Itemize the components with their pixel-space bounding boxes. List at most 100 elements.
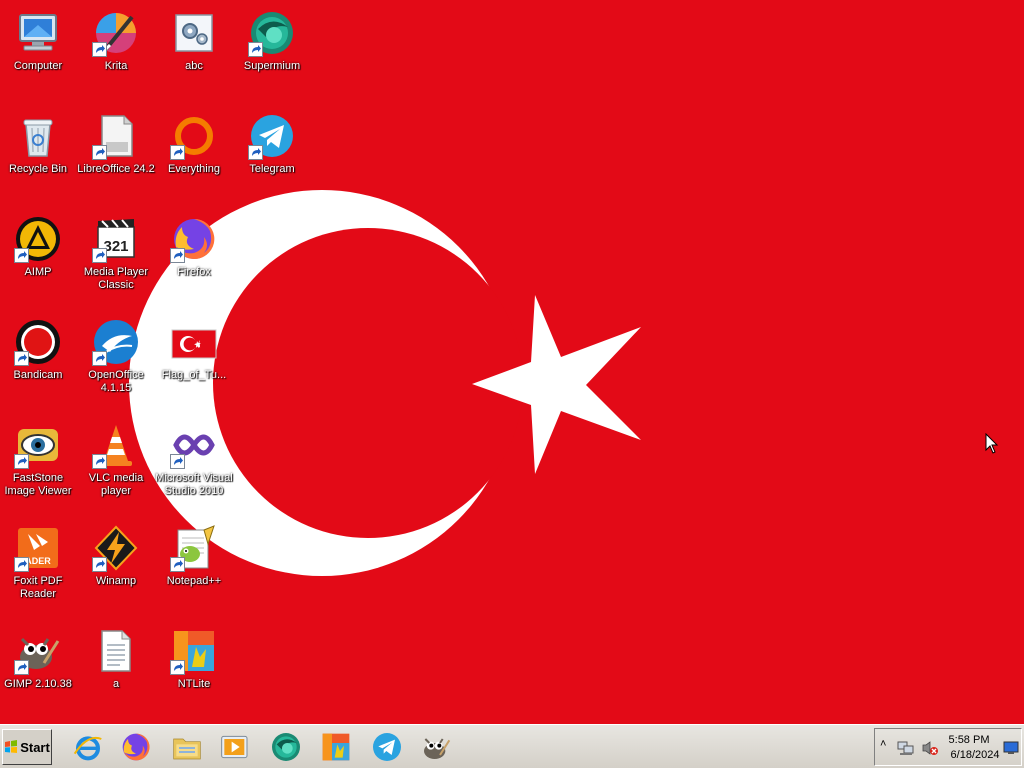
desktop-icon-label: Firefox <box>177 266 211 278</box>
firefox-icon <box>122 733 150 761</box>
desktop-icon-vstudio[interactable]: Microsoft Visual Studio 2010 <box>155 415 233 511</box>
telegram-icon <box>373 733 401 761</box>
start-label: Start <box>20 739 50 755</box>
desktop-icon-flag[interactable]: Flag_of_Tu... <box>156 312 232 408</box>
mouse-cursor-icon <box>985 433 999 454</box>
clock-date[interactable]: 6/18/2024 <box>945 749 1005 761</box>
desktop-icon-label: a <box>112 678 120 690</box>
internet-explorer-icon <box>73 736 102 761</box>
desktop-icon-label: LibreOffice 24.2 <box>77 163 155 175</box>
desktop-icon-label: Foxit PDF Reader <box>13 575 63 600</box>
desktop-icon-label: Flag_of_Tu... <box>161 369 227 381</box>
desktop-icon-label: Winamp <box>95 575 137 587</box>
network-icon[interactable] <box>897 740 915 756</box>
desktop-icon-firefox[interactable]: Firefox <box>156 209 232 305</box>
shortcut-arrow-icon <box>92 557 107 572</box>
desktop-icon-label: FastStone Image Viewer <box>4 472 72 497</box>
supermium-icon <box>272 733 300 761</box>
volume-muted-icon[interactable] <box>921 740 939 756</box>
desktop-icon-label: Computer <box>13 60 63 72</box>
computer-icon <box>19 14 57 51</box>
desktop-icon-vlc[interactable]: VLC media player <box>78 415 154 511</box>
desktop-icon-label: GIMP 2.10.38 <box>4 678 72 690</box>
show-hidden-icons-button[interactable]: ˄ <box>880 738 886 750</box>
windows-logo-icon <box>5 740 18 753</box>
desktop-icon-label: Notepad++ <box>166 575 222 587</box>
desktop-icon-label: AIMP <box>24 266 52 278</box>
desktop-icon-label: OpenOffice 4.1.15 <box>88 369 144 394</box>
shortcut-arrow-icon <box>14 351 29 366</box>
shortcut-arrow-icon <box>92 248 107 263</box>
taskbar-button-mediaplayer[interactable] <box>216 729 254 765</box>
gimp-icon <box>424 738 451 759</box>
shortcut-arrow-icon <box>14 454 29 469</box>
text-file-icon <box>101 630 131 672</box>
shortcut-arrow-icon <box>92 145 107 160</box>
file-explorer-icon <box>173 738 201 760</box>
shortcut-arrow-icon <box>92 351 107 366</box>
flag-image-icon <box>171 329 217 359</box>
shortcut-arrow-icon <box>92 42 107 57</box>
desktop-icon-supermium[interactable]: Supermium <box>234 3 310 99</box>
desktop-icon-krita[interactable]: Krita <box>78 3 154 99</box>
desktop-icon-computer[interactable]: Computer <box>0 3 76 99</box>
desktop[interactable]: Computer Recycle Bin AIMP Bandicam FastStone… <box>0 0 1024 724</box>
taskbar-button-gimp[interactable] <box>417 729 455 765</box>
shortcut-arrow-icon <box>170 145 185 160</box>
taskbar-button-firefox[interactable] <box>117 729 155 765</box>
taskbar-button-explorer[interactable] <box>168 729 206 765</box>
desktop-icon-label: Recycle Bin <box>8 163 68 175</box>
shortcut-arrow-icon <box>170 557 185 572</box>
desktop-icon-everything[interactable]: Everything <box>156 106 232 202</box>
desktop-icon-openoffice[interactable]: OpenOffice 4.1.15 <box>78 312 154 408</box>
shortcut-arrow-icon <box>92 454 107 469</box>
desktop-icon-mpc[interactable]: 321 Media Player Classic <box>78 209 154 305</box>
shortcut-arrow-icon <box>170 660 185 675</box>
taskbar: Start ˄ 5:58 PM 6/18/2024 <box>0 724 1024 768</box>
taskbar-button-ie[interactable] <box>69 729 107 765</box>
desktop-icon-faststone[interactable]: FastStone Image Viewer <box>0 415 76 511</box>
desktop-icon-bandicam[interactable]: Bandicam <box>0 312 76 408</box>
desktop-icon-label: NTLite <box>177 678 211 690</box>
desktop-icon-label: abc <box>185 60 203 72</box>
desktop-icon-label: Media Player Classic <box>83 266 149 291</box>
settings-file-icon <box>175 14 213 52</box>
ntlite-icon <box>322 733 350 761</box>
desktop-icon-abc[interactable]: abc <box>156 3 232 99</box>
taskbar-button-ntlite[interactable] <box>317 729 355 765</box>
svg-text:321: 321 <box>103 238 128 255</box>
show-desktop-icon[interactable] <box>1003 741 1019 755</box>
shortcut-arrow-icon <box>248 42 263 57</box>
start-button[interactable]: Start <box>2 729 52 765</box>
desktop-icon-telegram[interactable]: Telegram <box>234 106 310 202</box>
media-player-icon <box>221 735 248 759</box>
clock-time[interactable]: 5:58 PM <box>945 734 993 746</box>
svg-text:ADER: ADER <box>25 556 51 566</box>
shortcut-arrow-icon <box>14 248 29 263</box>
shortcut-arrow-icon <box>14 660 29 675</box>
desktop-icon-label: Microsoft Visual Studio 2010 <box>155 472 233 497</box>
desktop-icon-recycle[interactable]: Recycle Bin <box>0 106 76 202</box>
desktop-icon-a[interactable]: a <box>78 621 154 717</box>
desktop-icon-label: Krita <box>104 60 128 72</box>
desktop-icon-foxit[interactable]: ADER Foxit PDF Reader <box>0 518 76 614</box>
shortcut-arrow-icon <box>14 557 29 572</box>
system-tray: ˄ 5:58 PM 6/18/2024 <box>874 728 1022 766</box>
desktop-icon-gimp[interactable]: GIMP 2.10.38 <box>0 621 76 717</box>
desktop-icon-notepadpp[interactable]: Notepad++ <box>156 518 232 614</box>
desktop-icon-ntlite[interactable]: NTLite <box>156 621 232 717</box>
shortcut-arrow-icon <box>248 145 263 160</box>
desktop-icon-label: Supermium <box>243 60 301 72</box>
desktop-icon-label: Everything <box>168 163 220 175</box>
desktop-icon-libreoffice[interactable]: LibreOffice 24.2 <box>77 106 155 202</box>
desktop-icon-label: Bandicam <box>13 369 63 381</box>
desktop-icon-aimp[interactable]: AIMP <box>0 209 76 305</box>
taskbar-button-supermium[interactable] <box>267 729 305 765</box>
taskbar-button-telegram[interactable] <box>368 729 406 765</box>
desktop-icon-label: VLC media player <box>88 472 144 497</box>
shortcut-arrow-icon <box>170 248 185 263</box>
desktop-icon-label: Telegram <box>249 163 295 175</box>
shortcut-arrow-icon <box>170 454 185 469</box>
desktop-icon-winamp[interactable]: Winamp <box>78 518 154 614</box>
recycle-bin-icon <box>23 119 53 157</box>
